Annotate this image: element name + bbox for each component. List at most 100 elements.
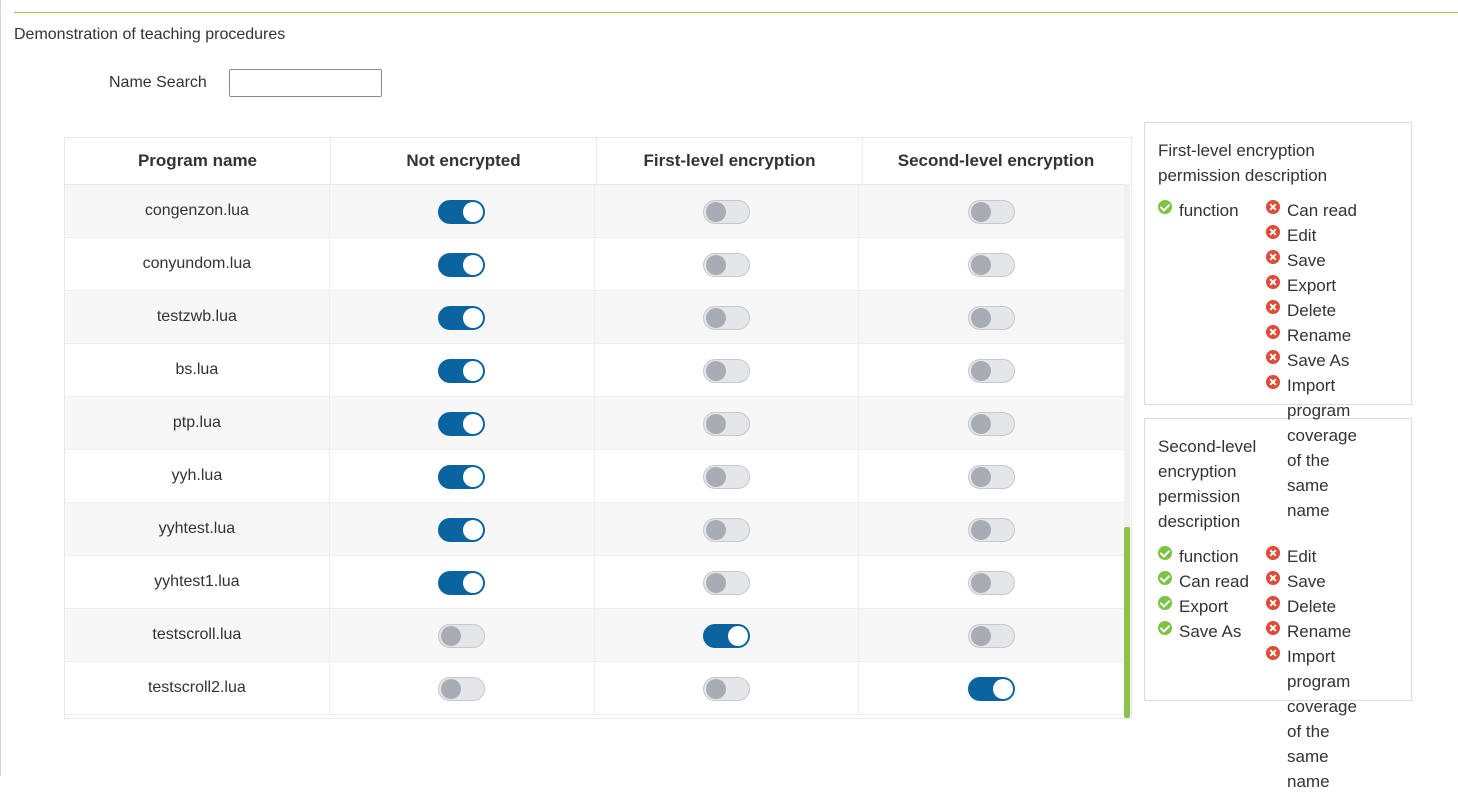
toggle-knob: [705, 572, 726, 593]
not-encrypted-toggle[interactable]: [438, 199, 486, 224]
second-level-toggle[interactable]: [968, 517, 1016, 542]
x-circle-icon: [1266, 621, 1280, 635]
program-name-cell: testzwb.lua: [65, 291, 330, 344]
left-border: [0, 0, 1, 776]
second-level-toggle[interactable]: [968, 305, 1016, 330]
first-level-toggle[interactable]: [702, 570, 750, 595]
second-level-toggle[interactable]: [968, 464, 1016, 489]
table-row: testscroll.lua: [65, 609, 1124, 662]
first-level-toggle[interactable]: [702, 623, 750, 648]
denied-permission: Rename: [1266, 619, 1351, 644]
denied-permission: Import program coverage of the same name: [1266, 373, 1371, 523]
first-level-toggle[interactable]: [702, 199, 750, 224]
denied-permission: Can read: [1266, 198, 1357, 223]
second-level-cell: [859, 397, 1124, 450]
x-circle-icon: [1266, 646, 1280, 660]
second-level-toggle[interactable]: [968, 411, 1016, 436]
program-name-cell: conyundom.lua: [65, 238, 330, 291]
permission-label: Save As: [1287, 351, 1350, 370]
permission-label: Delete: [1287, 301, 1337, 320]
header-program-name[interactable]: Program name: [65, 138, 331, 184]
header-not-encrypted[interactable]: Not encrypted: [331, 138, 597, 184]
program-name-cell: yyhtest1.lua: [65, 556, 330, 609]
table-body: congenzon.lua conyundom.lua testzwb.lua bs.…: [65, 185, 1124, 715]
not-encrypted-toggle[interactable]: [438, 252, 486, 277]
permission-label: Save: [1287, 251, 1326, 270]
x-circle-icon: [1266, 225, 1280, 239]
first-level-toggle[interactable]: [702, 517, 750, 542]
not-encrypted-toggle[interactable]: [438, 570, 486, 595]
check-circle-icon: [1158, 200, 1172, 214]
toggle-knob: [463, 201, 484, 222]
x-circle-icon: [1266, 571, 1280, 585]
not-encrypted-toggle[interactable]: [438, 676, 486, 701]
second-level-toggle[interactable]: [968, 570, 1016, 595]
second-level-toggle[interactable]: [968, 199, 1016, 224]
second-level-toggle[interactable]: [968, 358, 1016, 383]
not-encrypted-cell: [330, 450, 595, 503]
first-level-toggle[interactable]: [702, 676, 750, 701]
toggle-knob: [705, 519, 726, 540]
name-search-label: Name Search: [109, 74, 207, 91]
table-row: testzwb.lua: [65, 291, 1124, 344]
second-level-cell: [859, 185, 1124, 238]
x-circle-icon: [1266, 375, 1280, 389]
toggle-knob: [705, 360, 726, 381]
header-second-level-encryption[interactable]: Second-level encryption: [863, 138, 1129, 184]
not-encrypted-toggle[interactable]: [438, 305, 486, 330]
program-name-cell: testscroll.lua: [65, 609, 330, 662]
first-level-toggle[interactable]: [702, 411, 750, 436]
permission-label: Delete: [1287, 597, 1337, 616]
second-level-cell: [859, 344, 1124, 397]
x-circle-icon: [1266, 200, 1280, 214]
check-circle-icon: [1158, 621, 1172, 635]
first-level-cell: [595, 503, 860, 556]
table-row: testscroll2.lua: [65, 662, 1124, 715]
check-circle-icon: [1158, 571, 1172, 585]
check-circle-icon: [1158, 546, 1172, 560]
allowed-permission: function: [1158, 198, 1239, 223]
first-level-cell: [595, 185, 860, 238]
denied-permission: Delete: [1266, 298, 1336, 323]
not-encrypted-toggle[interactable]: [438, 623, 486, 648]
first-level-toggle[interactable]: [702, 358, 750, 383]
x-circle-icon: [1266, 546, 1280, 560]
denied-permission: Edit: [1266, 544, 1316, 569]
first-level-toggle[interactable]: [702, 252, 750, 277]
not-encrypted-toggle[interactable]: [438, 358, 486, 383]
first-level-toggle[interactable]: [702, 464, 750, 489]
first-level-cell: [595, 450, 860, 503]
permission-label: Can read: [1179, 572, 1249, 591]
permission-label: Save As: [1179, 622, 1242, 641]
first-level-toggle[interactable]: [702, 305, 750, 330]
second-level-cell: [859, 609, 1124, 662]
allowed-permission: function: [1158, 544, 1239, 569]
toggle-knob: [463, 307, 484, 328]
first-level-cell: [595, 238, 860, 291]
toggle-knob: [705, 201, 726, 222]
program-name-cell: bs.lua: [65, 344, 330, 397]
header-first-level-encryption[interactable]: First-level encryption: [597, 138, 863, 184]
second-level-cell: [859, 291, 1124, 344]
denied-permission: Delete: [1266, 594, 1336, 619]
not-encrypted-toggle[interactable]: [438, 464, 486, 489]
not-encrypted-cell: [330, 238, 595, 291]
toggle-knob: [971, 413, 992, 434]
toggle-knob: [705, 413, 726, 434]
second-level-toggle[interactable]: [968, 623, 1016, 648]
program-name-cell: ptp.lua: [65, 397, 330, 450]
table-row: bs.lua: [65, 344, 1124, 397]
not-encrypted-toggle[interactable]: [438, 411, 486, 436]
first-level-cell: [595, 609, 860, 662]
not-encrypted-cell: [330, 397, 595, 450]
second-level-toggle[interactable]: [968, 252, 1016, 277]
permission-label: Edit: [1287, 226, 1317, 245]
name-search-input[interactable]: [229, 69, 382, 97]
second-level-toggle[interactable]: [968, 676, 1016, 701]
not-encrypted-toggle[interactable]: [438, 517, 486, 542]
table-scrollbar-thumb[interactable]: [1124, 527, 1130, 718]
table-row: yyh.lua: [65, 450, 1124, 503]
first-level-cell: [595, 344, 860, 397]
toggle-knob: [993, 678, 1014, 699]
toggle-knob: [463, 413, 484, 434]
